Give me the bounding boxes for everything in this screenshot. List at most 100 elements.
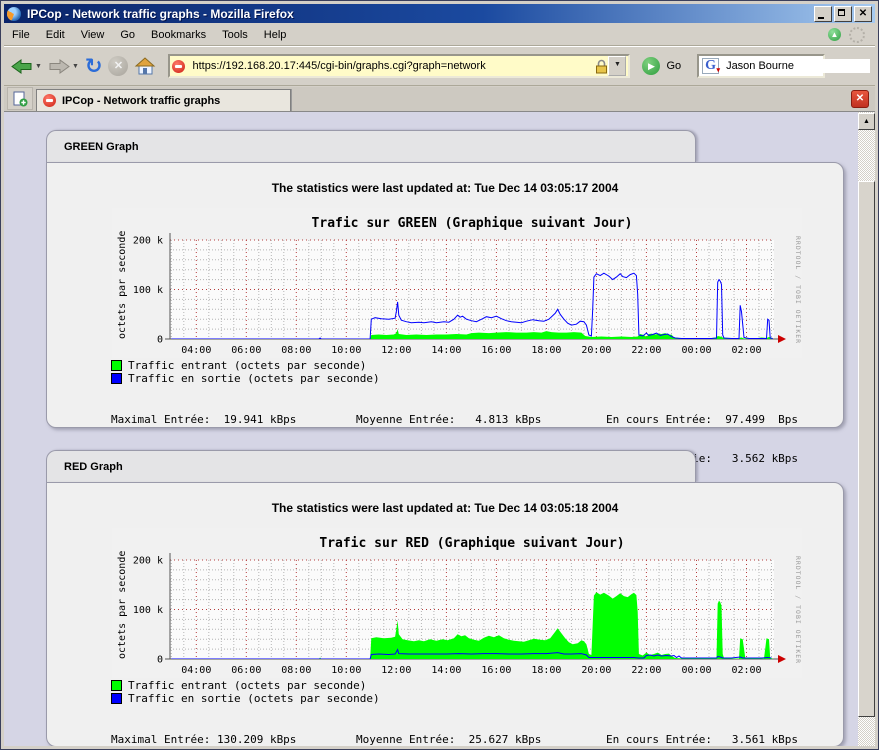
- site-favicon-icon: [172, 60, 185, 73]
- url-input[interactable]: [190, 59, 595, 73]
- home-button[interactable]: [132, 55, 158, 78]
- svg-text:octets par seconde: octets par seconde: [117, 231, 128, 339]
- new-tab-button[interactable]: [7, 87, 33, 110]
- svg-text:16:00: 16:00: [481, 345, 511, 356]
- close-icon: ✕: [855, 7, 871, 21]
- svg-text:22:00: 22:00: [631, 345, 661, 356]
- svg-text:10:00: 10:00: [331, 665, 361, 676]
- svg-text:20:00: 20:00: [581, 345, 611, 356]
- menu-help[interactable]: Help: [256, 26, 295, 44]
- svg-text:100 k: 100 k: [133, 605, 163, 616]
- red-graph-panel-header: RED Graph: [46, 450, 696, 482]
- go-icon: ▶: [642, 57, 660, 75]
- sortie-swatch-icon: [111, 693, 122, 704]
- svg-text:14:00: 14:00: [431, 345, 461, 356]
- minimize-icon: [818, 17, 824, 19]
- minimize-button[interactable]: [814, 6, 832, 22]
- search-input[interactable]: [724, 59, 870, 73]
- tab-title: IPCop - Network traffic graphs: [62, 95, 220, 107]
- close-button[interactable]: ✕: [854, 6, 872, 22]
- maximize-icon: [838, 9, 845, 16]
- green-graph-panel: The statistics were last updated at: Tue…: [46, 162, 844, 428]
- green-last-updated-text: The statistics were last updated at: Tue…: [47, 181, 843, 195]
- svg-text:200 k: 200 k: [133, 556, 163, 567]
- svg-text:12:00: 12:00: [381, 665, 411, 676]
- page-content: GREEN Graph The statistics were last upd…: [4, 112, 875, 746]
- reload-button[interactable]: ↻: [83, 54, 105, 78]
- entrant-swatch-icon: [111, 360, 122, 371]
- back-arrow-icon: [11, 58, 33, 75]
- menu-edit[interactable]: Edit: [38, 26, 73, 44]
- close-tab-button[interactable]: ✕: [851, 90, 869, 108]
- red-max-in: Maximal Entrée: 130.209 kBps: [111, 733, 356, 746]
- menu-file[interactable]: File: [4, 26, 38, 44]
- throbber-icon: [849, 27, 865, 43]
- svg-text:00:00: 00:00: [681, 665, 711, 676]
- update-notifier-icon[interactable]: ▲: [828, 28, 841, 41]
- svg-text:18:00: 18:00: [531, 665, 561, 676]
- scrollbar-up-icon[interactable]: ▲: [858, 113, 875, 130]
- red-graph-panel: The statistics were last updated at: Tue…: [46, 482, 844, 746]
- red-cur-in: En cours Entrée: 3.561 kBps: [606, 733, 798, 746]
- legend-item-entrant: Traffic entrant (octets par seconde): [111, 679, 380, 692]
- back-button[interactable]: ▼: [9, 56, 44, 77]
- red-last-updated-text: The statistics were last updated at: Tue…: [47, 501, 843, 515]
- green-avg-in: Moyenne Entrée: 4.813 kBps: [356, 413, 606, 426]
- sortie-swatch-icon: [111, 373, 122, 384]
- menu-go[interactable]: Go: [112, 26, 143, 44]
- svg-text:RRDTOOL / TOBI OETIKER: RRDTOOL / TOBI OETIKER: [794, 556, 802, 664]
- back-dropdown-icon[interactable]: ▼: [35, 63, 42, 70]
- window-title: IPCop - Network traffic graphs - Mozilla…: [27, 7, 814, 21]
- svg-text:12:00: 12:00: [381, 345, 411, 356]
- entrant-swatch-icon: [111, 680, 122, 691]
- vertical-scrollbar[interactable]: ▲: [858, 112, 875, 746]
- url-dropdown-icon[interactable]: ▼: [608, 56, 626, 76]
- legend-item-sortie: Traffic en sortie (octets par seconde): [111, 372, 380, 385]
- go-button[interactable]: ▶ Go: [642, 57, 681, 75]
- green-graph-legend: Traffic entrant (octets par seconde) Tra…: [111, 359, 380, 385]
- title-bar[interactable]: IPCop - Network traffic graphs - Mozilla…: [4, 4, 875, 23]
- svg-text:06:00: 06:00: [231, 345, 261, 356]
- navigation-toolbar: ▼ ▼ ↻ ✕ ▼: [4, 46, 875, 86]
- svg-text:18:00: 18:00: [531, 345, 561, 356]
- menu-bar: File Edit View Go Bookmarks Tools Help ▲: [4, 24, 875, 46]
- red-avg-in: Moyenne Entrée: 25.627 kBps: [356, 733, 606, 746]
- red-traffic-graph: Trafic sur RED (Graphique suivant Jour) 0…: [112, 528, 802, 678]
- google-icon[interactable]: G: [702, 58, 719, 74]
- svg-text:100 k: 100 k: [133, 285, 163, 296]
- svg-text:200 k: 200 k: [133, 236, 163, 247]
- forward-dropdown-icon[interactable]: ▼: [72, 63, 79, 70]
- url-bar[interactable]: ▼: [168, 54, 630, 78]
- maximize-button[interactable]: [834, 6, 852, 22]
- green-traffic-graph: Trafic sur GREEN (Graphique suivant Jour…: [112, 208, 802, 358]
- menu-tools[interactable]: Tools: [214, 26, 256, 44]
- svg-text:06:00: 06:00: [231, 665, 261, 676]
- svg-text:0: 0: [157, 655, 163, 666]
- tab-bar: IPCop - Network traffic graphs ✕: [4, 87, 875, 112]
- green-graph-panel-header: GREEN Graph: [46, 130, 696, 162]
- new-tab-icon: [12, 91, 28, 107]
- svg-text:08:00: 08:00: [281, 345, 311, 356]
- red-panel-title: RED Graph: [64, 461, 123, 473]
- ssl-lock-icon: [595, 59, 608, 74]
- red-graph-legend: Traffic entrant (octets par seconde) Tra…: [111, 679, 380, 705]
- svg-text:20:00: 20:00: [581, 665, 611, 676]
- search-box[interactable]: G: [697, 54, 825, 78]
- scrollbar-thumb[interactable]: [858, 181, 875, 717]
- svg-text:0: 0: [157, 335, 163, 346]
- svg-text:14:00: 14:00: [431, 665, 461, 676]
- menu-view[interactable]: View: [73, 26, 113, 44]
- svg-text:10:00: 10:00: [331, 345, 361, 356]
- menu-bookmarks[interactable]: Bookmarks: [143, 26, 214, 44]
- svg-text:octets par seconde: octets par seconde: [117, 551, 128, 659]
- green-cur-in: En cours Entrée: 97.499 Bps: [606, 413, 798, 426]
- home-icon: [134, 57, 156, 76]
- tab-ipcop[interactable]: IPCop - Network traffic graphs: [36, 89, 291, 111]
- forward-button[interactable]: ▼: [46, 56, 81, 77]
- firefox-icon: [7, 7, 21, 21]
- svg-text:00:00: 00:00: [681, 345, 711, 356]
- firefox-window: IPCop - Network traffic graphs - Mozilla…: [0, 0, 879, 750]
- stop-button[interactable]: ✕: [106, 54, 130, 78]
- svg-text:04:00: 04:00: [181, 345, 211, 356]
- svg-text:Trafic sur RED (Graphique suiv: Trafic sur RED (Graphique suivant Jour): [319, 536, 624, 551]
